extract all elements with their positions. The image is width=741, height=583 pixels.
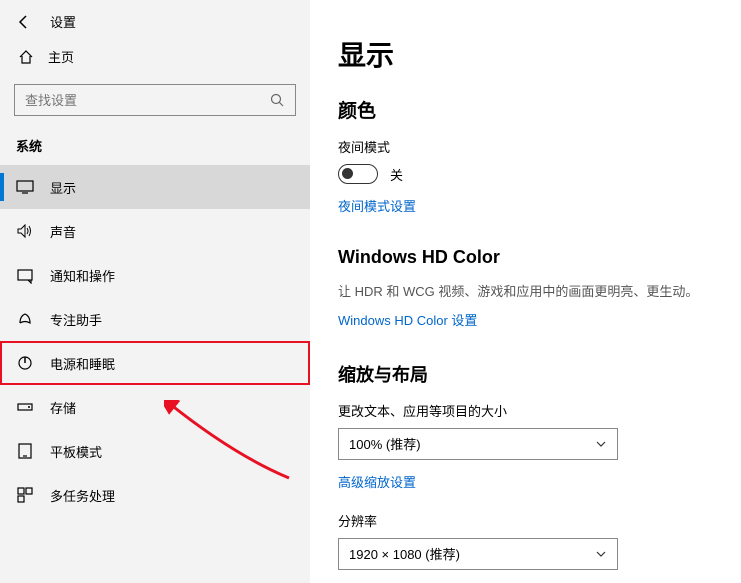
resolution-label: 分辨率 — [338, 511, 715, 530]
nav-label: 通知和操作 — [50, 266, 115, 285]
section-scale: 缩放与布局 — [338, 361, 715, 387]
scale-dropdown[interactable]: 100% (推荐) — [338, 428, 618, 460]
nav-label: 多任务处理 — [50, 486, 115, 505]
nav-item-tablet[interactable]: 平板模式 — [0, 429, 310, 473]
night-mode-toggle-row: 关 — [338, 164, 715, 184]
nav-item-multitask[interactable]: 多任务处理 — [0, 473, 310, 517]
night-mode-toggle[interactable] — [338, 164, 378, 184]
power-icon — [16, 354, 34, 372]
sidebar: 设置 主页 系统 显示 声音 通知和操作 专注助手 — [0, 0, 310, 583]
search-icon — [269, 92, 285, 108]
hdcolor-description: 让 HDR 和 WCG 视频、游戏和应用中的画面更明亮、更生动。 — [338, 282, 715, 302]
nav-item-storage[interactable]: 存储 — [0, 385, 310, 429]
back-icon[interactable] — [16, 14, 32, 30]
nav-item-sound[interactable]: 声音 — [0, 209, 310, 253]
resolution-dropdown[interactable]: 1920 × 1080 (推荐) — [338, 538, 618, 570]
nav-item-notifications[interactable]: 通知和操作 — [0, 253, 310, 297]
notifications-icon — [16, 266, 34, 284]
nav-label: 平板模式 — [50, 442, 102, 461]
titlebar: 设置 — [0, 0, 310, 39]
home-nav[interactable]: 主页 — [0, 39, 310, 78]
nav-label: 电源和睡眠 — [50, 354, 115, 373]
home-label: 主页 — [48, 47, 74, 66]
page-title: 显示 — [338, 34, 715, 74]
app-title: 设置 — [50, 12, 76, 31]
category-label: 系统 — [0, 130, 310, 165]
sound-icon — [16, 222, 34, 240]
chevron-down-icon — [595, 438, 607, 450]
nav-label: 专注助手 — [50, 310, 102, 329]
advanced-scale-link[interactable]: 高级缩放设置 — [338, 472, 416, 491]
nav-label: 存储 — [50, 398, 76, 417]
nav-item-display[interactable]: 显示 — [0, 165, 310, 209]
section-hdcolor: Windows HD Color — [338, 247, 715, 268]
search-input[interactable] — [25, 93, 269, 108]
nav-item-focus[interactable]: 专注助手 — [0, 297, 310, 341]
nav-label: 显示 — [50, 178, 76, 197]
tablet-icon — [16, 442, 34, 460]
resolution-value: 1920 × 1080 (推荐) — [349, 544, 460, 563]
multitask-icon — [16, 486, 34, 504]
display-icon — [16, 178, 34, 196]
night-mode-label: 夜间模式 — [338, 137, 715, 156]
storage-icon — [16, 398, 34, 416]
chevron-down-icon — [595, 548, 607, 560]
hdcolor-settings-link[interactable]: Windows HD Color 设置 — [338, 310, 477, 329]
scale-value: 100% (推荐) — [349, 434, 421, 453]
nav-label: 声音 — [50, 222, 76, 241]
night-mode-settings-link[interactable]: 夜间模式设置 — [338, 196, 416, 215]
scale-label: 更改文本、应用等项目的大小 — [338, 401, 715, 420]
content-panel: 显示 颜色 夜间模式 关 夜间模式设置 Windows HD Color 让 H… — [310, 0, 741, 583]
home-icon — [18, 49, 34, 65]
search-box[interactable] — [14, 84, 296, 116]
night-mode-state: 关 — [390, 165, 403, 184]
section-color: 颜色 — [338, 96, 715, 123]
focus-icon — [16, 310, 34, 328]
nav-item-power[interactable]: 电源和睡眠 — [0, 341, 310, 385]
